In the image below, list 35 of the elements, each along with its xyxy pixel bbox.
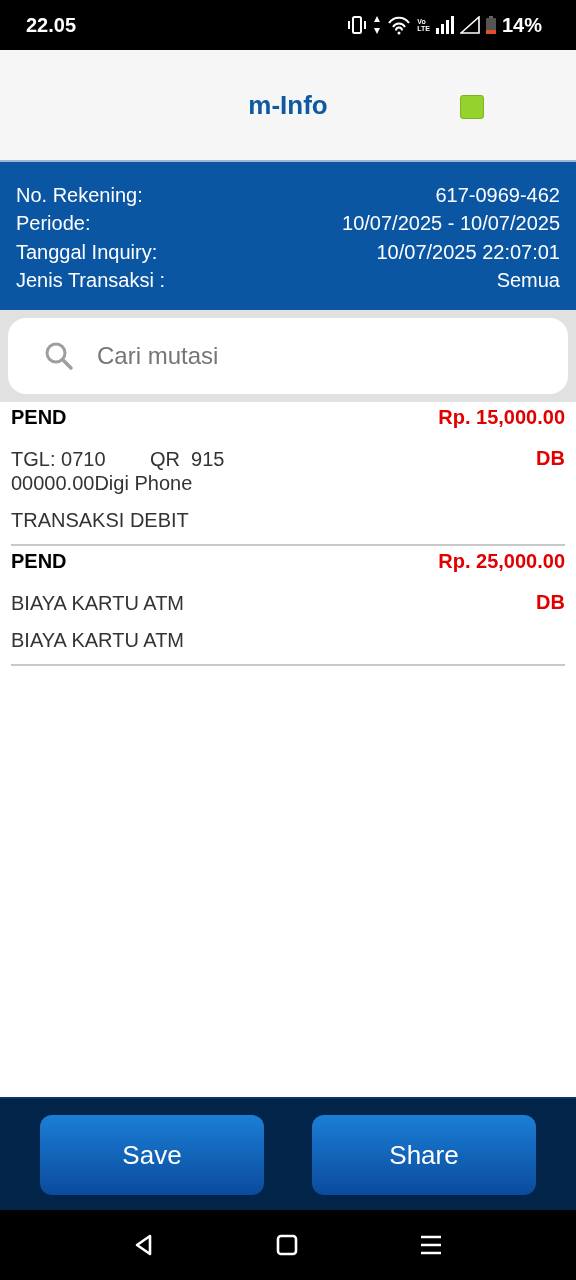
home-icon[interactable]	[276, 1234, 298, 1256]
info-label: Tanggal Inquiry:	[16, 240, 158, 264]
transaction-status: PEND	[11, 406, 67, 429]
transaction-remark: BIAYA KARTU ATM	[11, 629, 185, 652]
info-label: No. Rekening:	[16, 183, 143, 207]
search-icon	[44, 341, 74, 371]
share-button[interactable]: Share	[312, 1115, 536, 1195]
transaction-description: TGL: 0710 QR 915 00000.00Digi Phone	[11, 447, 225, 495]
transaction-type: DB	[536, 447, 565, 470]
transaction-description: BIAYA KARTU ATM	[11, 591, 184, 615]
data-arrows-icon	[373, 15, 382, 35]
signal-icon	[435, 16, 454, 34]
menu-icon[interactable]	[420, 1234, 442, 1256]
status-square-icon	[460, 95, 484, 119]
signal-empty-icon	[459, 16, 480, 34]
info-label: Jenis Transaksi :	[16, 269, 165, 293]
save-button[interactable]: Save	[40, 1115, 264, 1195]
vibrate-icon	[347, 15, 368, 35]
clock: 22.05	[26, 13, 77, 37]
transaction-amount: Rp. 15,000.00	[438, 406, 565, 429]
info-value: 617-0969-462	[435, 183, 560, 207]
battery-icon	[485, 16, 496, 34]
battery-level: 14%	[501, 13, 542, 37]
transaction-remark: TRANSAKSI DEBIT	[11, 509, 190, 532]
wifi-icon	[387, 15, 412, 35]
search-field[interactable]: Cari mutasi	[8, 318, 568, 394]
transaction-type: DB	[536, 591, 565, 614]
info-value: Semua	[496, 269, 560, 293]
transaction-amount: Rp. 25,000.00	[438, 550, 565, 573]
info-label: Periode:	[16, 212, 91, 236]
info-value: 10/07/2025 - 10/07/2025	[342, 212, 560, 236]
info-value: 10/07/2025 22:07:01	[376, 240, 560, 264]
back-icon[interactable]	[134, 1234, 154, 1256]
transaction-status: PEND	[11, 550, 67, 573]
app-title: m-Info	[248, 89, 328, 121]
